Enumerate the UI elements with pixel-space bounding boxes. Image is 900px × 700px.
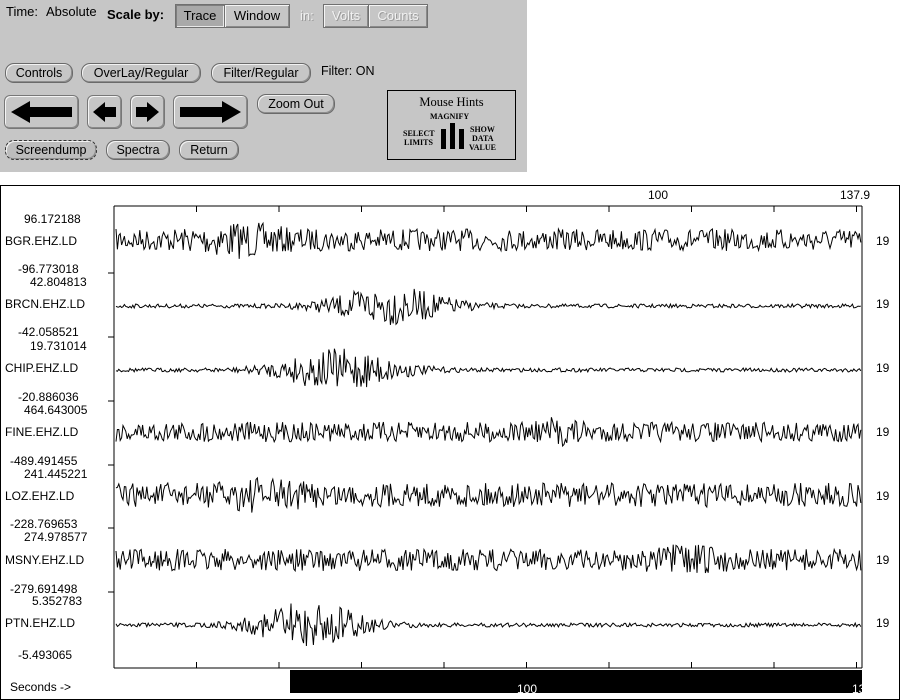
trace-min-label: -228.769653 bbox=[10, 517, 78, 531]
seconds-label: Seconds -> bbox=[10, 680, 72, 694]
trace-right-label: 19 bbox=[876, 361, 890, 375]
trace-max-label: 42.804813 bbox=[30, 275, 87, 289]
trace-min-label: -96.773018 bbox=[18, 262, 79, 276]
top-axis-end: 137.9 bbox=[840, 188, 871, 202]
trace-right-label: 19 bbox=[876, 489, 890, 503]
time-window-bar[interactable] bbox=[290, 670, 862, 693]
trace-station-label[interactable]: PTN.EHZ.LD bbox=[5, 616, 75, 630]
bottom-axis-tick-100: 100 bbox=[517, 682, 538, 696]
trace-waveform bbox=[115, 288, 861, 326]
trace-max-label: 241.445221 bbox=[24, 467, 88, 481]
trace-waveform bbox=[115, 348, 862, 388]
trace-station-label[interactable]: MSNY.EHZ.LD bbox=[5, 553, 84, 567]
seismogram-plot[interactable] bbox=[0, 0, 900, 700]
trace-lines bbox=[115, 221, 862, 647]
trace-max-label: 274.978577 bbox=[24, 530, 88, 544]
trace-max-label: 96.172188 bbox=[24, 212, 81, 226]
trace-min-label: -42.058521 bbox=[18, 325, 79, 339]
trace-right-label: 19 bbox=[876, 425, 890, 439]
trace-min-label: -20.886036 bbox=[18, 390, 79, 404]
bottom-axis-end: 131 bbox=[852, 682, 873, 696]
trace-station-label[interactable]: LOZ.EHZ.LD bbox=[5, 489, 74, 503]
trace-right-label: 19 bbox=[876, 616, 890, 630]
trace-right-label: 19 bbox=[876, 553, 890, 567]
trace-waveform bbox=[115, 221, 862, 259]
trace-max-label: 5.352783 bbox=[32, 594, 83, 608]
trace-waveform bbox=[115, 417, 862, 448]
trace-waveform bbox=[115, 603, 862, 647]
trace-station-label[interactable]: FINE.EHZ.LD bbox=[5, 425, 78, 439]
trace-station-label[interactable]: CHIP.EHZ.LD bbox=[5, 361, 78, 375]
trace-station-label[interactable]: BRCN.EHZ.LD bbox=[5, 297, 85, 311]
trace-waveform bbox=[115, 544, 862, 574]
trace-min-label: -489.491455 bbox=[10, 454, 78, 468]
trace-min-label: -5.493065 bbox=[18, 648, 73, 662]
trace-max-label: 19.731014 bbox=[30, 339, 87, 353]
top-axis-tick-100: 100 bbox=[648, 188, 669, 202]
trace-station-label[interactable]: BGR.EHZ.LD bbox=[5, 234, 77, 248]
trace-right-label: 19 bbox=[876, 297, 890, 311]
trace-waveform bbox=[115, 476, 862, 513]
trace-right-label: 19 bbox=[876, 234, 890, 248]
trace-max-label: 464.643005 bbox=[24, 403, 88, 417]
